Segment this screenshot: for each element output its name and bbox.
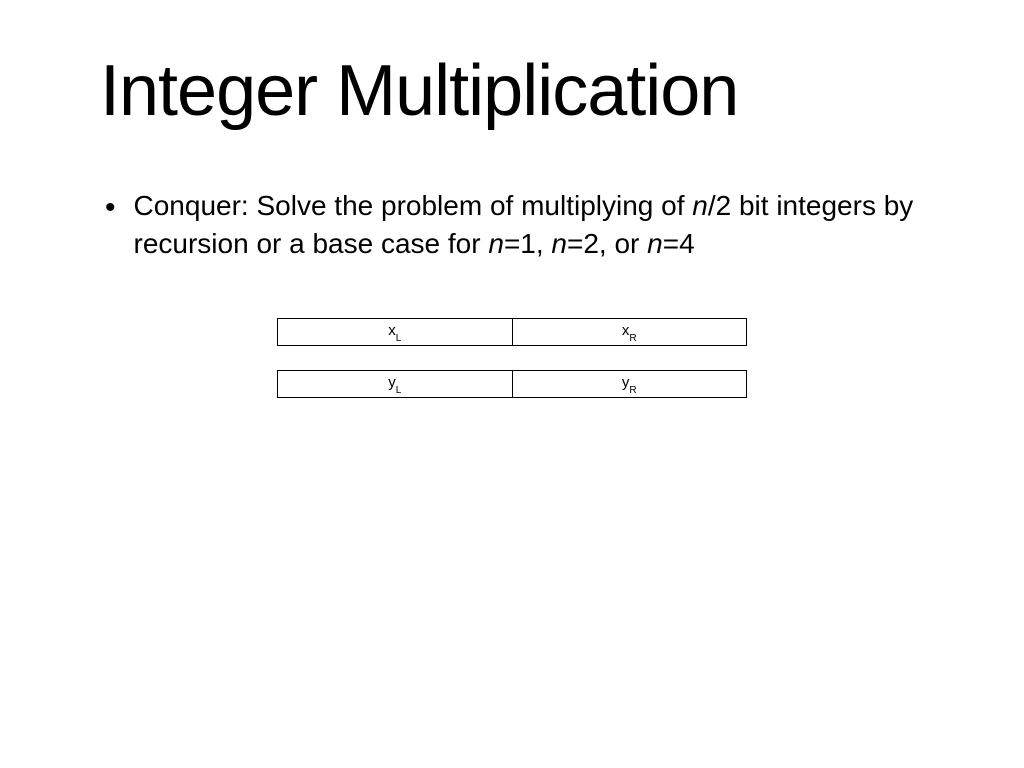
x-left-sub: L xyxy=(396,333,402,344)
bullet-text-mid3: =2, or xyxy=(567,228,647,259)
x-right-sub: R xyxy=(629,333,636,344)
bullet-n-var-2: n xyxy=(488,228,504,259)
x-bit-box: xL xR xyxy=(277,318,747,346)
bullet-text: Conquer: Solve the problem of multiplyin… xyxy=(134,187,954,263)
split-diagram: xL xR yL yR xyxy=(60,318,964,398)
x-left-half: xL xyxy=(278,319,513,345)
bullet-n-var-4: n xyxy=(647,228,663,259)
x-right-half: xR xyxy=(513,319,747,345)
bullet-text-mid2: =1, xyxy=(504,228,551,259)
slide-title: Integer Multiplication xyxy=(100,50,964,132)
y-bit-box: yL yR xyxy=(277,370,747,398)
y-left-half: yL xyxy=(278,371,513,397)
bullet-text-mid4: =4 xyxy=(663,228,695,259)
y-right-sub: R xyxy=(629,385,636,396)
y-left-sub: L xyxy=(396,385,402,396)
bullet-n-var-1: n xyxy=(692,190,708,221)
bullet-dot-icon: • xyxy=(105,193,116,223)
bullet-text-pre: Conquer: Solve the problem of multiplyin… xyxy=(134,190,693,221)
bullet-n-var-3: n xyxy=(551,228,567,259)
bullet-item: • Conquer: Solve the problem of multiply… xyxy=(105,187,964,263)
y-right-half: yR xyxy=(513,371,747,397)
slide-container: Integer Multiplication • Conquer: Solve … xyxy=(0,0,1024,768)
x-left-var: x xyxy=(388,322,396,339)
y-left-var: y xyxy=(388,374,396,391)
